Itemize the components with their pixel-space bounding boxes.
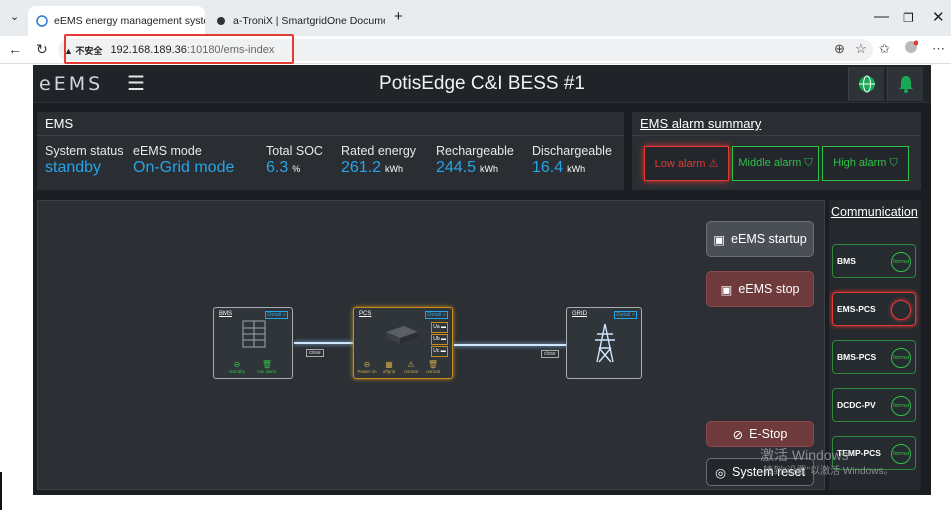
alarm-summary-panel: EMS alarm summary Low alarm ⚠ Middle ala… [632,112,921,190]
metric-rechargeable: Rechargeable 244.5 kWh [436,144,514,176]
middle-alarm-button[interactable]: Middle alarm ⛉ [732,146,819,181]
topology-diagram: BMS Detail » ⊖standby 🗑low alarm close c… [37,200,825,490]
standby-icon: ⊖ [233,360,241,369]
metric-total-soc: Total SOC 6.3% [266,144,323,176]
refresh-icon[interactable]: ↻ [36,41,48,58]
ems-heading: EMS [37,112,624,136]
alarm-summary-heading: EMS alarm summary [632,112,921,136]
pcs-label: PCS [359,311,372,317]
startup-icon: ▣ [713,232,726,247]
pcs-ports: Ua ▬ Ub ▬ Uc ▬ [431,322,448,357]
high-alarm-button[interactable]: High alarm ⛉ [822,146,909,181]
status-indicator: Normal [891,348,911,368]
grid-label: GRID [572,311,587,317]
grid-switch[interactable]: close [541,350,559,358]
bms-state-standby: ⊖ standby [226,360,248,374]
status-indicator [891,300,911,320]
tab-eems[interactable]: eEMS energy management system ✕ [28,6,205,36]
low-alarm-button[interactable]: Low alarm ⚠ [644,146,729,181]
zoom-icon[interactable]: ⊕ [834,41,845,57]
more-menu-icon[interactable]: ⋯ [932,41,945,57]
bms-switch[interactable]: close [306,349,324,357]
reset-icon: ◎ [715,465,726,480]
eems-favicon-icon [36,15,48,27]
browser-tab-bar: ⌄ eEMS energy management system ✕ a-Tron… [0,0,951,36]
tab-title: a-TroniX | SmartgridOne Documen [233,15,385,27]
pcs-grid-link [454,344,566,346]
grid-device-card[interactable]: GRID Detail » [566,307,642,379]
close-window-icon[interactable]: ✕ [932,8,945,26]
app-header: eEMS ☰ PotisEdge C&I BESS #1 [33,65,931,103]
trash-icon: 🗑 [261,360,273,369]
power-icon: ⊖ [363,360,371,369]
eems-app: eEMS ☰ PotisEdge C&I BESS #1 EMS System … [33,65,931,495]
tab-title: eEMS energy management system [54,15,205,27]
comm-item-dcdc-pv[interactable]: DCDC-PV Normal [832,388,916,422]
metric-dischargeable: Dischargeable 16.4 kWh [532,144,612,176]
pcs-state-grid: ▦ offgrid [378,360,400,374]
status-indicator: Normal [891,252,911,272]
profile-avatar[interactable] [904,40,919,57]
power-tower-icon [595,323,615,363]
bms-device-card[interactable]: BMS Detail » ⊖ standby 🗑 low alarm [213,307,293,379]
status-indicator: Normal [891,444,911,464]
favorites-icon[interactable]: ✩ [879,41,890,57]
globe-button[interactable] [848,67,884,101]
left-edge-bar [0,472,2,510]
comm-item-bms[interactable]: BMS Normal [832,244,916,278]
bms-detail-button[interactable]: Detail » [265,311,288,319]
atronix-favicon-icon [215,15,227,27]
back-icon[interactable]: ← [8,41,22,57]
tab-smartgrid[interactable]: a-TroniX | SmartgridOne Documen ✕ [207,6,385,36]
warning-icon: ⚠ [407,360,415,369]
restore-icon[interactable]: ❐ [903,11,914,25]
trash-icon: 🗑 [427,360,439,369]
bell-icon [898,76,913,93]
pcs-state-warning: ⚠ normal [400,360,422,374]
url-highlight-box [64,34,294,64]
pcs-unit-icon [386,326,418,344]
pcs-detail-button[interactable]: Detail » [425,311,448,319]
e-stop-button[interactable]: ⊘ E-Stop [706,421,814,447]
notification-button[interactable] [887,67,923,101]
comm-item-bms-pcs[interactable]: BMS-PCS Normal [832,340,916,374]
page-title: PotisEdge C&I BESS #1 [379,73,585,94]
stop-icon: ▣ [720,282,733,297]
metric-system-status: System status standby [45,144,124,176]
eems-startup-button[interactable]: ▣ eEMS startup [706,221,814,257]
eems-stop-button[interactable]: ▣ eEMS stop [706,271,814,307]
windows-activation-hint: 转到"设置"以激活 Windows。 [763,466,894,477]
grid-detail-button[interactable]: Detail » [614,311,637,319]
tab-list-icon[interactable]: ⌄ [10,10,19,23]
battery-rack-icon [242,320,266,348]
status-indicator: Normal [891,396,911,416]
metric-eems-mode: eEMS mode On-Grid mode [133,144,235,176]
pcs-state-power: ⊖ Power on [357,360,377,374]
pcs-device-card[interactable]: PCS Detail » Ua ▬ Ub ▬ Uc ▬ ⊖ Power on ▦ o… [353,307,453,379]
communication-heading: Communication [831,205,918,219]
comm-item-ems-pcs[interactable]: EMS-PCS [832,292,916,326]
metric-rated-energy: Rated energy 261.2 kWh [341,144,417,176]
calendar-icon: ▦ [385,360,393,369]
new-tab-icon[interactable]: + [394,8,403,25]
bms-label: BMS [219,311,233,317]
ems-panel: EMS System status standby eEMS mode On-Gri… [37,112,624,190]
estop-icon: ⊘ [732,427,744,442]
pcs-state-trash: 🗑 normal [422,360,444,374]
bms-state-alarm: 🗑 low alarm [257,360,277,374]
globe-icon [858,75,875,93]
favorite-star-icon[interactable]: ☆ [855,41,867,57]
minimize-icon[interactable]: — [874,8,889,25]
